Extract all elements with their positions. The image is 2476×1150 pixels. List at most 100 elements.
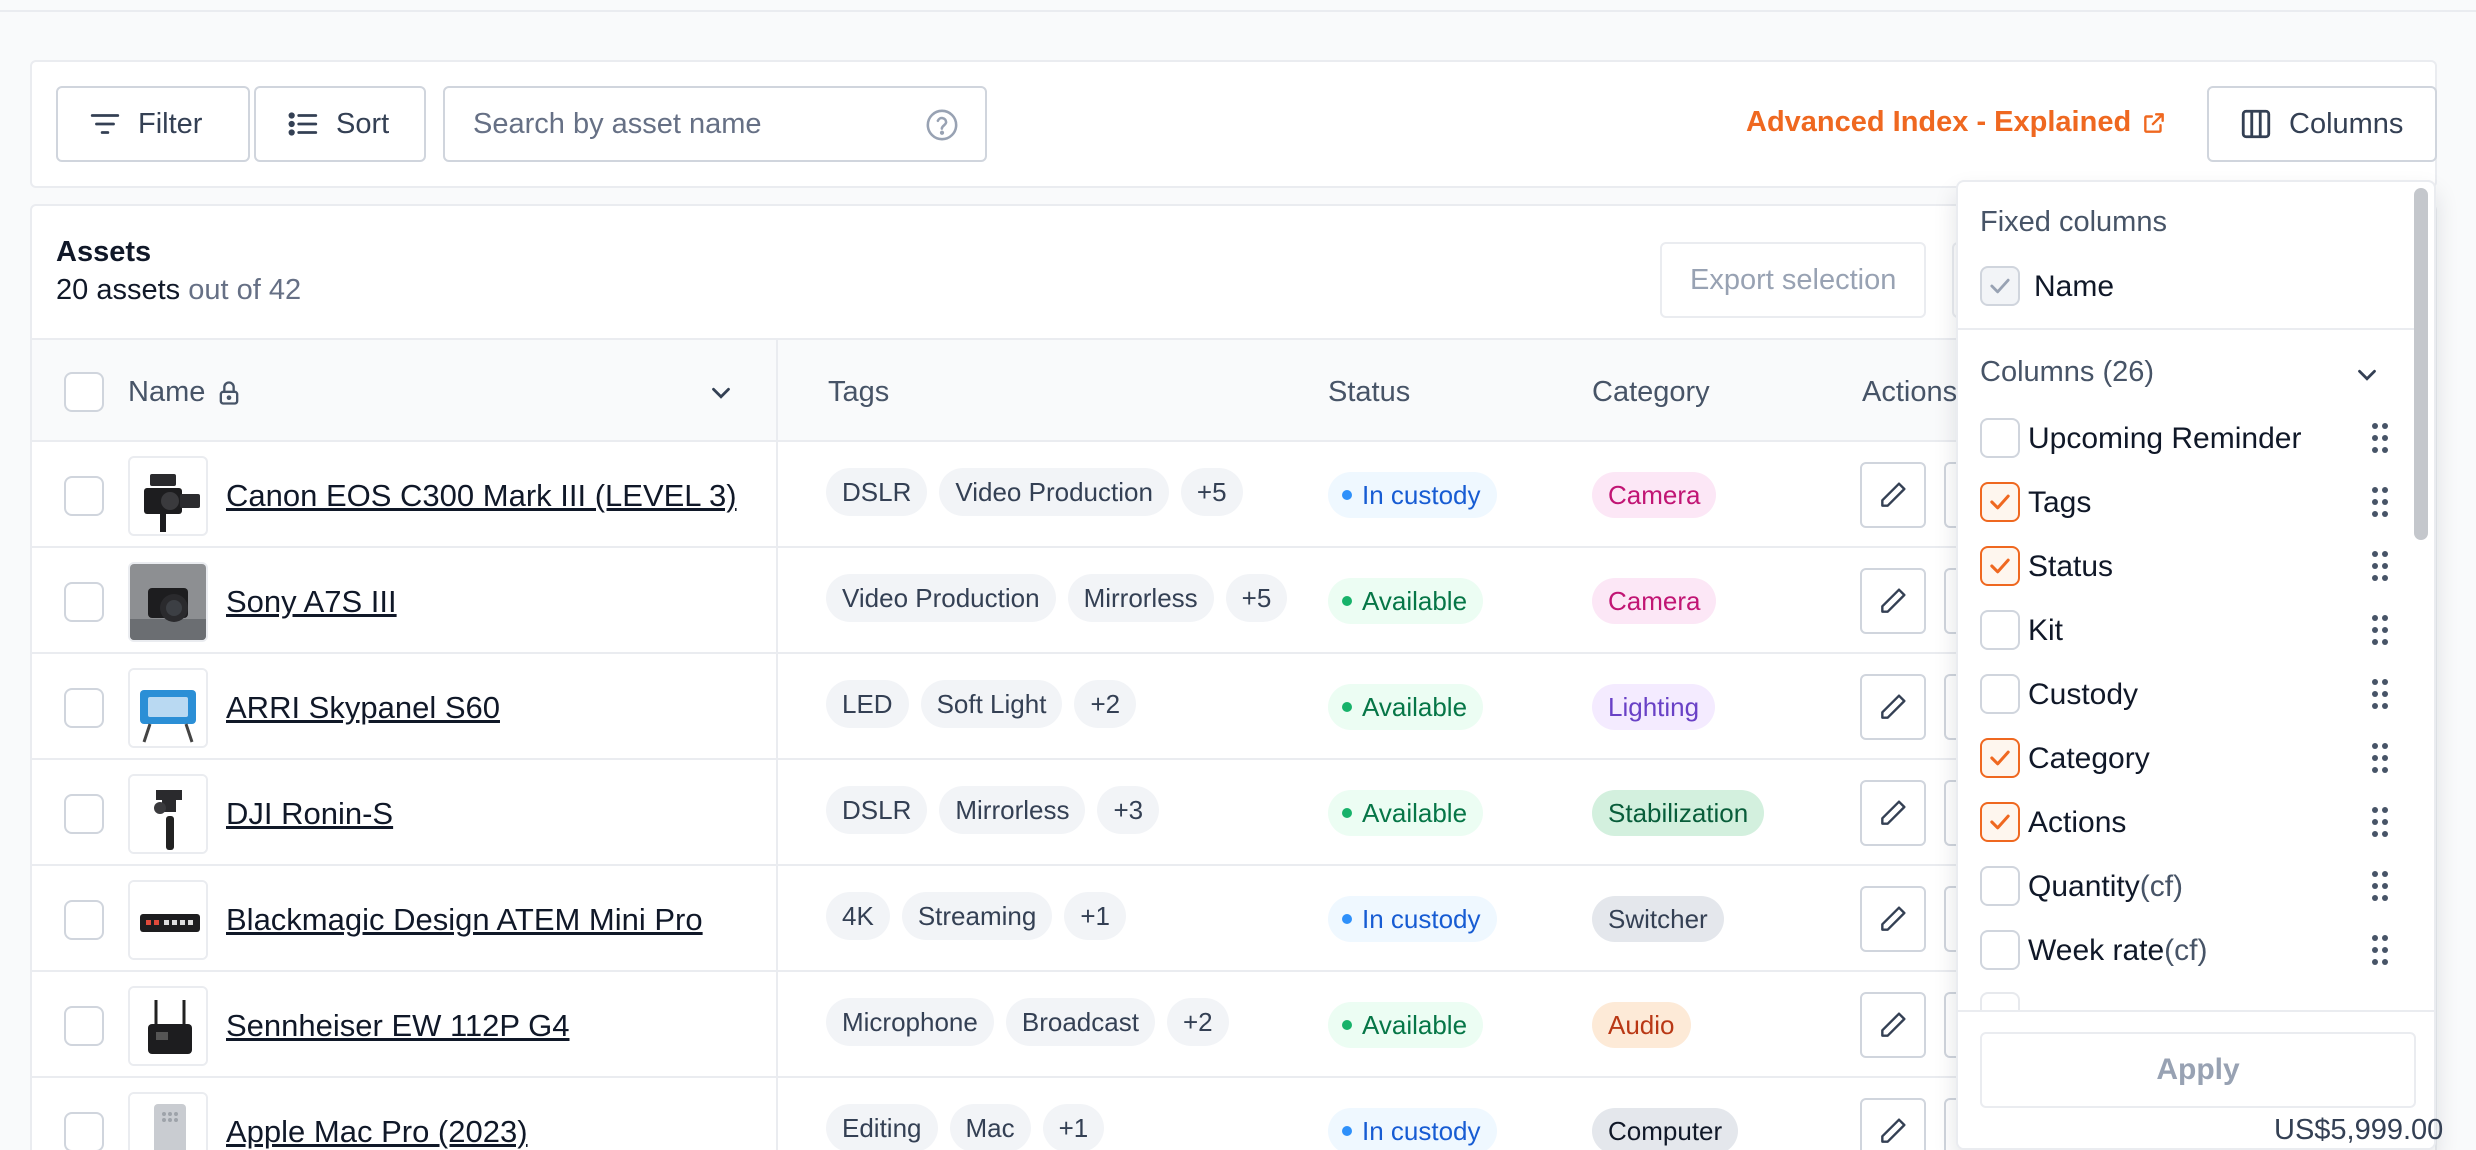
edit-button[interactable] xyxy=(1860,462,1926,528)
column-checkbox[interactable] xyxy=(1980,418,2020,458)
status-text: Available xyxy=(1362,1009,1468,1040)
tag-more-badge[interactable]: +1 xyxy=(1042,1104,1105,1150)
tag-more-badge[interactable]: +2 xyxy=(1074,680,1137,728)
tag-badge: Microphone xyxy=(826,998,994,1046)
tag-badge: Editing xyxy=(826,1104,938,1150)
panel-scrollbar[interactable] xyxy=(2414,188,2428,540)
asset-name-link[interactable]: Canon EOS C300 Mark III (LEVEL 3) xyxy=(226,478,737,514)
asset-name-link[interactable]: Blackmagic Design ATEM Mini Pro xyxy=(226,902,703,938)
tag-more-badge[interactable]: +5 xyxy=(1180,468,1243,516)
column-checkbox[interactable] xyxy=(1980,482,2020,522)
edit-button[interactable] xyxy=(1860,568,1926,634)
status-text: Available xyxy=(1362,585,1468,616)
drag-handle-icon[interactable] xyxy=(2370,676,2390,712)
status-badge: Available xyxy=(1328,790,1484,836)
column-checkbox[interactable] xyxy=(1980,546,2020,586)
pencil-icon xyxy=(1881,800,1906,825)
chevron-down-icon[interactable] xyxy=(2352,360,2382,390)
asset-name-link[interactable]: ARRI Skypanel S60 xyxy=(226,690,500,726)
edit-button[interactable] xyxy=(1860,886,1926,952)
status-dot xyxy=(1342,702,1352,712)
tag-more-badge[interactable]: +2 xyxy=(1166,998,1229,1046)
row-checkbox[interactable] xyxy=(64,900,104,940)
edit-button[interactable] xyxy=(1860,674,1926,740)
row-tags: DSLR Video Production +5 xyxy=(826,468,1243,516)
tag-badge: Mirrorless xyxy=(1067,574,1214,622)
category-badge: Audio xyxy=(1592,1002,1691,1048)
columns-icon xyxy=(2241,109,2271,139)
columns-button[interactable]: Columns xyxy=(2207,86,2437,162)
row-tags: Video Production Mirrorless +5 xyxy=(826,574,1288,622)
row-checkbox[interactable] xyxy=(64,582,104,622)
columns-section-title[interactable]: Columns (26) xyxy=(1980,356,2154,389)
drag-handle-icon[interactable] xyxy=(2370,932,2390,968)
gimbal-image xyxy=(130,776,206,852)
drag-handle-icon[interactable] xyxy=(2370,804,2390,840)
drag-handle-icon[interactable] xyxy=(2370,548,2390,584)
asset-name-link[interactable]: DJI Ronin-S xyxy=(226,796,393,832)
drag-handle-icon[interactable] xyxy=(2370,484,2390,520)
tag-more-badge[interactable]: +3 xyxy=(1097,786,1160,834)
status-text: In custody xyxy=(1362,479,1481,510)
tag-badge: Soft Light xyxy=(920,680,1063,728)
row-checkbox[interactable] xyxy=(64,794,104,834)
header-name[interactable]: Name xyxy=(128,376,243,409)
row-checkbox[interactable] xyxy=(64,476,104,516)
price-cell: US$5,999.00 xyxy=(2274,1114,2444,1146)
header-tags[interactable]: Tags xyxy=(828,376,889,409)
filter-button[interactable]: Filter xyxy=(56,86,250,162)
asset-name-link[interactable]: Sennheiser EW 112P G4 xyxy=(226,1008,570,1044)
apply-button[interactable]: Apply xyxy=(1980,1032,2416,1108)
column-checkbox[interactable] xyxy=(1980,610,2020,650)
category-badge: Camera xyxy=(1592,472,1717,518)
column-checkbox[interactable] xyxy=(1980,738,2020,778)
edit-button[interactable] xyxy=(1860,1098,1926,1150)
column-option-text: Kit xyxy=(2028,614,2064,647)
drag-handle-icon[interactable] xyxy=(2370,740,2390,776)
top-header-edge xyxy=(0,0,2476,12)
column-checkbox[interactable] xyxy=(1980,674,2020,714)
help-circle-icon[interactable] xyxy=(925,108,959,142)
edit-button[interactable] xyxy=(1860,780,1926,846)
fixed-name-label: Name xyxy=(2034,270,2115,303)
tag-more-badge[interactable]: +1 xyxy=(1064,892,1126,940)
asset-thumbnail xyxy=(128,562,208,642)
status-text: In custody xyxy=(1362,1115,1481,1146)
drag-handle-icon[interactable] xyxy=(2370,612,2390,648)
column-checkbox[interactable] xyxy=(1980,802,2020,842)
asset-name-link[interactable]: Apple Mac Pro (2023) xyxy=(226,1114,528,1150)
edit-button[interactable] xyxy=(1860,992,1926,1058)
category-badge: Computer xyxy=(1592,1108,1739,1150)
search-input[interactable] xyxy=(473,107,913,141)
drag-handle-icon[interactable] xyxy=(2370,868,2390,904)
asset-name-link[interactable]: Sony A7S III xyxy=(226,584,397,620)
row-checkbox[interactable] xyxy=(64,688,104,728)
fixed-columns-title: Fixed columns xyxy=(1980,206,2167,238)
column-option-label: Quantity(cf) xyxy=(2028,870,2183,904)
tag-badge: Broadcast xyxy=(1005,998,1155,1046)
advanced-index-link[interactable]: Advanced Index - Explained xyxy=(1746,106,2167,139)
tag-more-badge[interactable]: +5 xyxy=(1225,574,1288,622)
chevron-down-icon[interactable] xyxy=(706,378,736,408)
column-checkbox[interactable] xyxy=(1980,930,2020,970)
status-badge: Available xyxy=(1328,578,1484,624)
select-all-checkbox[interactable] xyxy=(64,372,104,412)
column-option-text: Actions xyxy=(2028,806,2127,839)
tag-badge: Mac xyxy=(949,1104,1031,1150)
pencil-icon xyxy=(1881,1118,1906,1143)
status-badge: In custody xyxy=(1328,472,1497,518)
header-category[interactable]: Category xyxy=(1592,376,1710,409)
header-actions[interactable]: Actions xyxy=(1862,376,1957,409)
column-checkbox[interactable] xyxy=(1980,866,2020,906)
row-checkbox[interactable] xyxy=(64,1112,104,1150)
header-status[interactable]: Status xyxy=(1328,376,1410,409)
row-checkbox[interactable] xyxy=(64,1006,104,1046)
tag-badge: Mirrorless xyxy=(939,786,1086,834)
export-selection-button[interactable]: Export selection xyxy=(1660,242,1927,318)
drag-handle-icon[interactable] xyxy=(2370,420,2390,456)
assets-count: 20 assets out of 42 xyxy=(56,274,301,307)
asset-thumbnail xyxy=(128,986,208,1066)
column-option-text: Upcoming Reminder xyxy=(2028,422,2302,455)
row-tags: DSLR Mirrorless +3 xyxy=(826,786,1160,834)
sort-button[interactable]: Sort xyxy=(254,86,426,162)
